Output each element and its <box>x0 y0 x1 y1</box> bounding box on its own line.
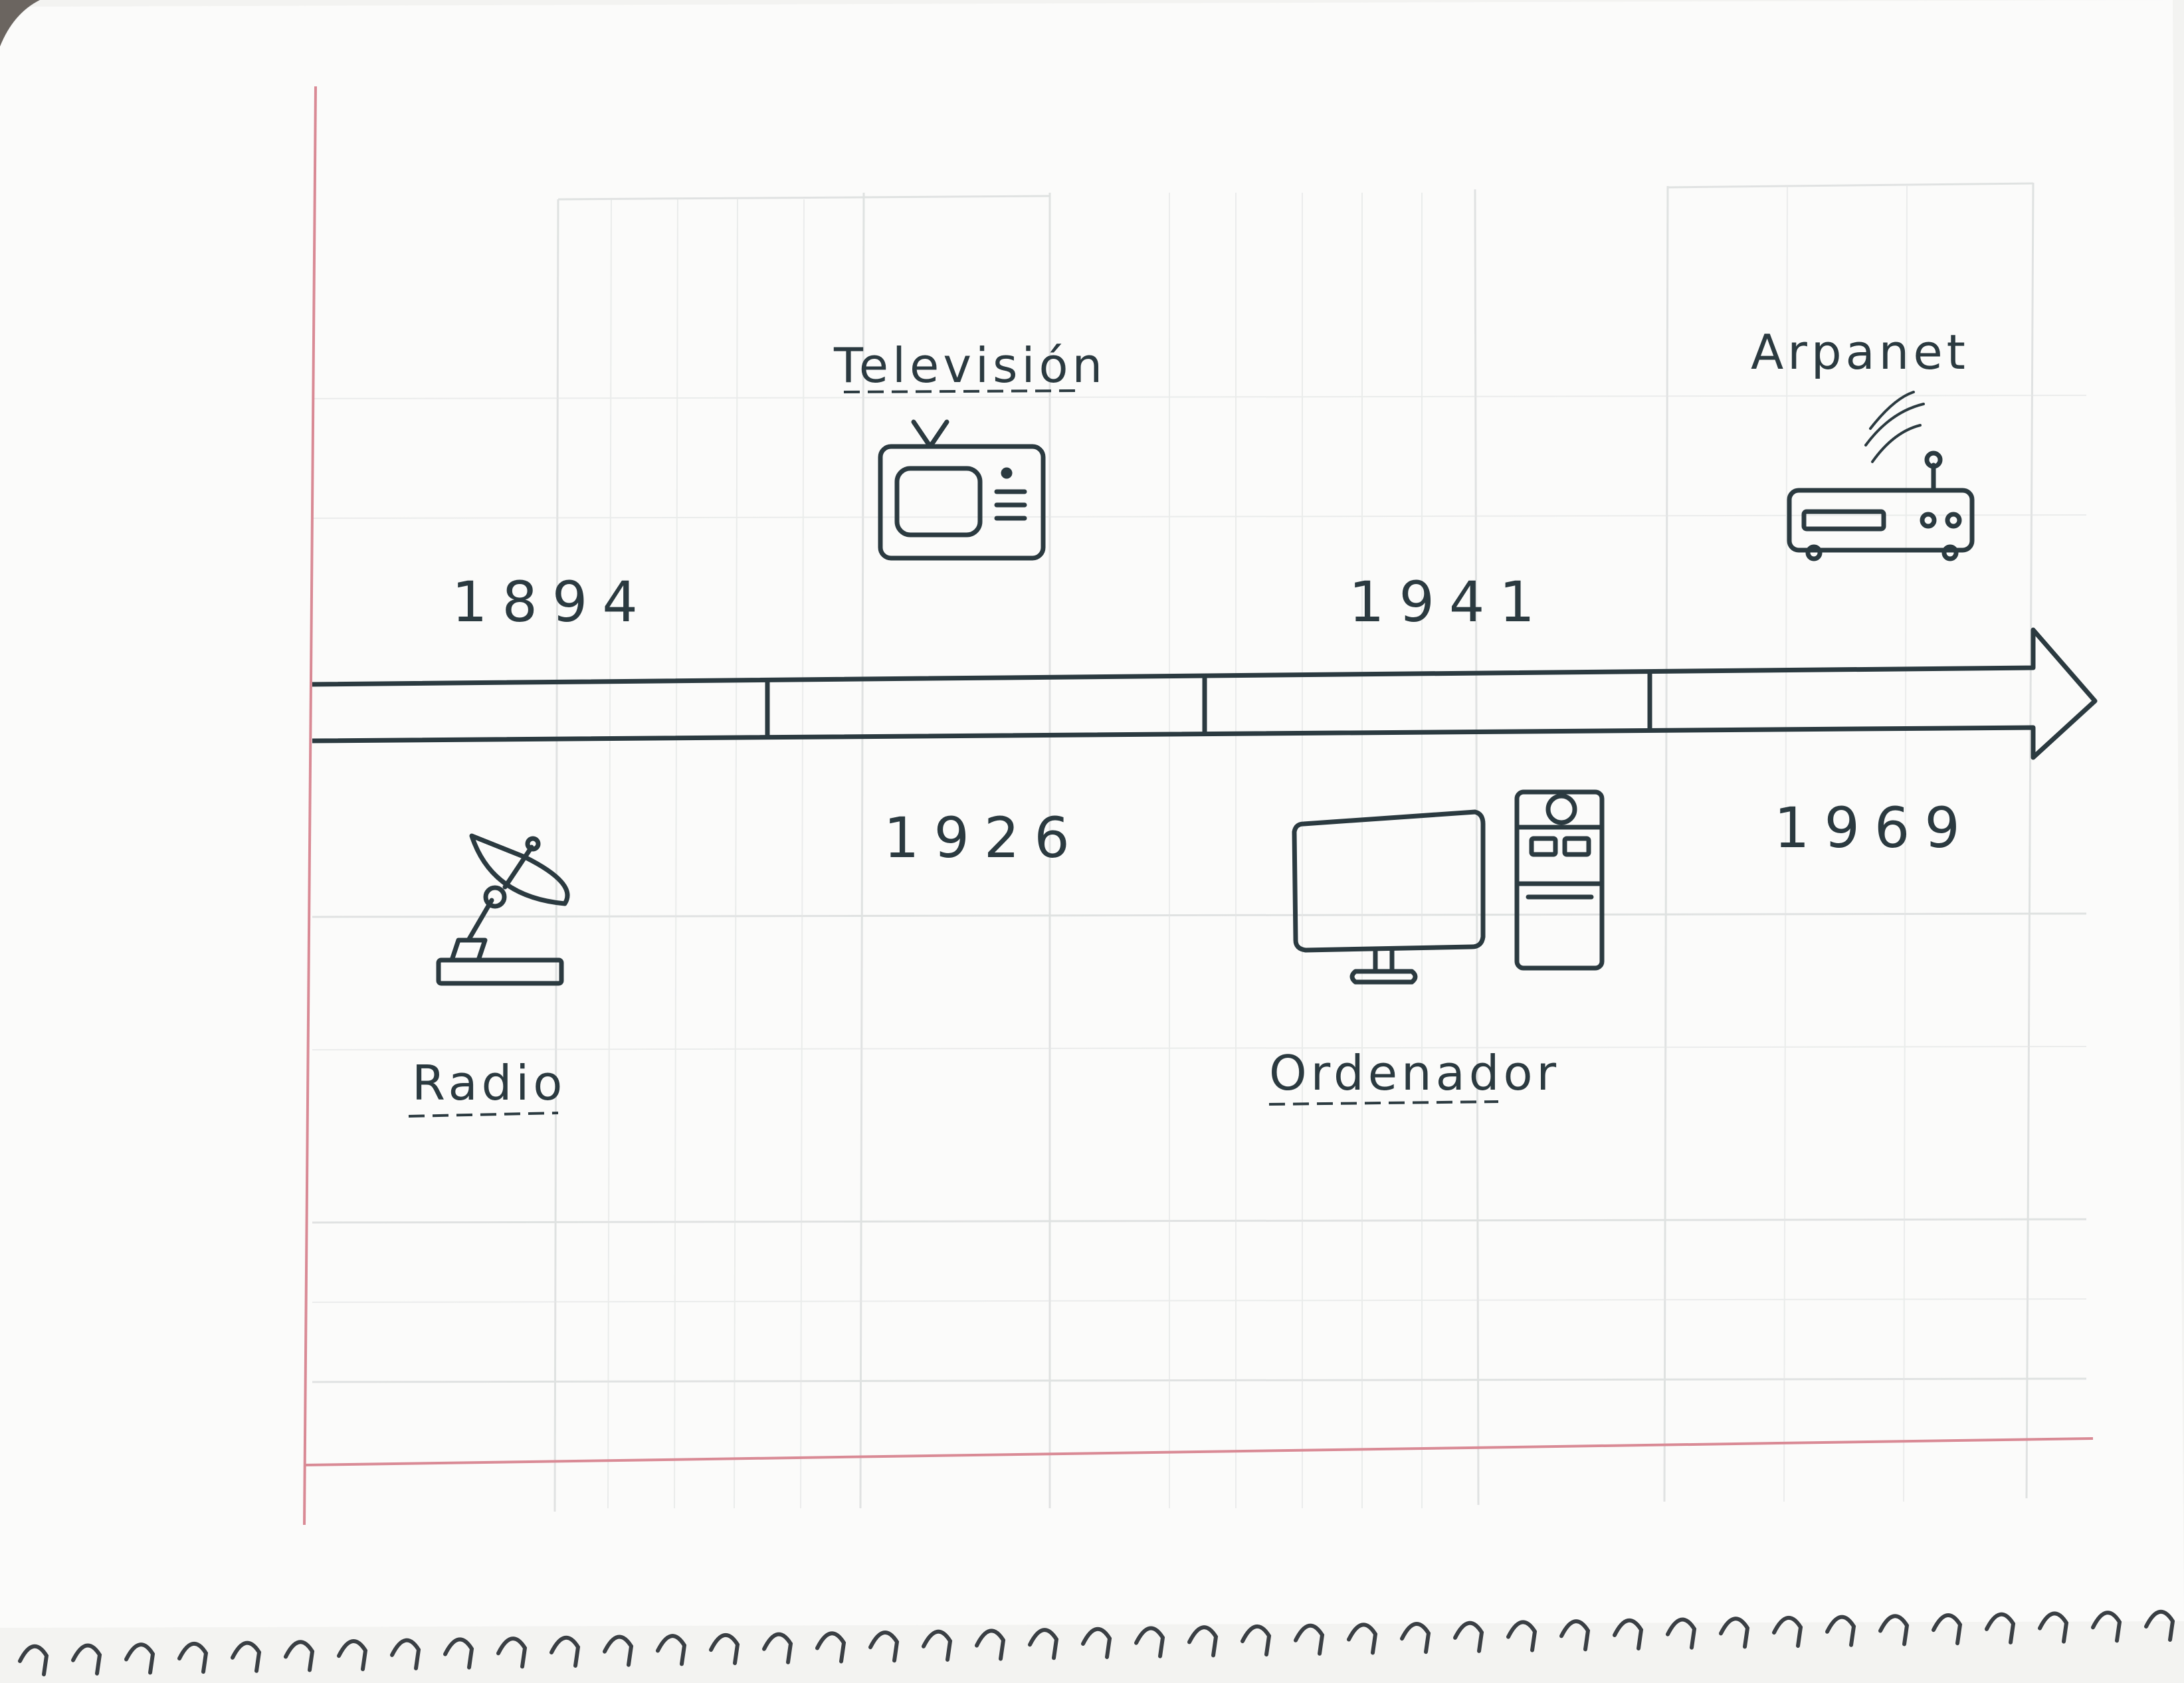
spiral-ring <box>1453 1621 1484 1653</box>
spiral-ring <box>284 1640 315 1672</box>
spiral-ring <box>71 1643 102 1676</box>
spiral-ring <box>1613 1618 1644 1650</box>
year-1926: 1926 <box>884 805 1084 870</box>
spiral-ring <box>1719 1617 1750 1649</box>
spiral-ring <box>1559 1619 1591 1652</box>
spiral-ring <box>656 1634 687 1666</box>
notebook-page: 1894 1926 1941 1969 Radio Televisión Ord… <box>0 0 2184 1676</box>
spiral-ring <box>1666 1617 1697 1650</box>
spiral-ring <box>1347 1623 1378 1655</box>
spiral-ring <box>1081 1627 1112 1659</box>
spiral-ring <box>1506 1620 1538 1652</box>
spiral-ring <box>709 1633 740 1666</box>
spiral-ring <box>443 1637 474 1670</box>
spiral-ring <box>337 1639 368 1672</box>
year-1894: 1894 <box>452 569 652 635</box>
spiral-ring <box>922 1629 953 1662</box>
spiral-ring <box>231 1640 262 1673</box>
spiral-ring <box>603 1634 634 1667</box>
spiral-ring <box>1400 1622 1431 1654</box>
label-arpanet: Arpanet <box>1751 324 1969 380</box>
label-television: Televisión <box>833 338 1106 393</box>
label-radio: Radio <box>412 1055 566 1111</box>
spiral-ring <box>18 1644 49 1676</box>
spiral-ring <box>815 1631 846 1664</box>
spiral-ring <box>496 1636 528 1669</box>
spiral-ring <box>1294 1623 1325 1656</box>
spiral-ring <box>1134 1626 1165 1658</box>
spiral-ring <box>868 1631 900 1663</box>
spiral-ring <box>975 1629 1006 1661</box>
year-1969: 1969 <box>1774 795 1975 860</box>
spiral-ring <box>124 1642 155 1675</box>
spiral-ring <box>549 1635 581 1668</box>
label-ordenador: Ordenador <box>1269 1045 1560 1101</box>
year-1941: 1941 <box>1349 569 1549 635</box>
spiral-ring <box>1028 1628 1059 1660</box>
spiral-ring <box>1187 1625 1219 1658</box>
spiral-ring <box>1241 1624 1272 1657</box>
spiral-ring <box>390 1638 421 1670</box>
spiral-ring <box>762 1632 793 1664</box>
spiral-ring <box>177 1641 209 1674</box>
